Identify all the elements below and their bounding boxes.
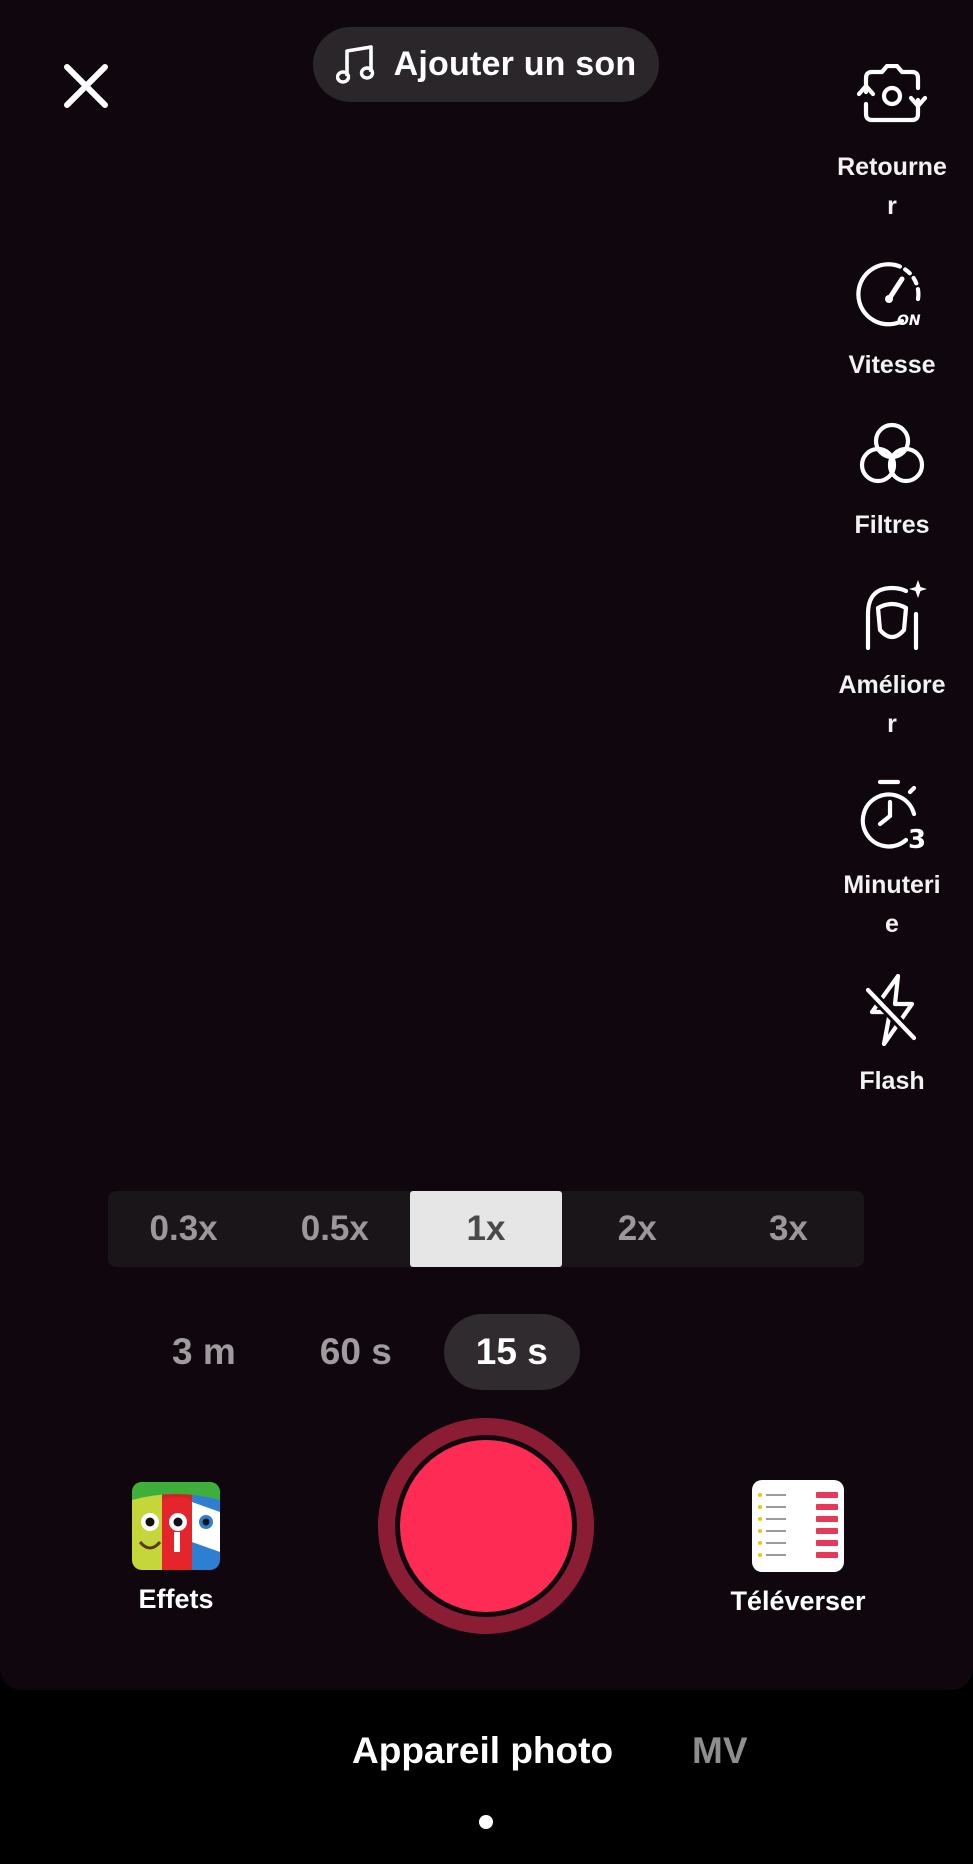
duration-option-15s[interactable]: 15 s (443, 1314, 580, 1390)
duration-selector: 3 m 60 s 15 s (140, 1314, 580, 1390)
music-note-icon (335, 44, 374, 84)
close-icon (64, 64, 108, 108)
filters-icon (859, 422, 925, 484)
enhance-icon (865, 580, 927, 650)
upload-button[interactable]: Téléverser (720, 1480, 876, 1617)
speed-label: Vitesse (848, 351, 936, 379)
add-sound-button[interactable]: Ajouter un son (313, 27, 659, 102)
flash-off-icon (863, 974, 919, 1046)
effects-face-icon (132, 1482, 220, 1570)
effects-label: Effets (138, 1584, 214, 1614)
filters-button[interactable]: Filtres (826, 414, 958, 545)
speed-option-1x[interactable]: 1x (410, 1191, 562, 1267)
upload-thumbnail (752, 1480, 844, 1572)
timer-label: Minuterie (843, 871, 941, 938)
speed-selector: 0.3x 0.5x 1x 2x 3x (108, 1191, 864, 1267)
speed-icon: ON (856, 262, 921, 329)
record-button-core (400, 1440, 572, 1612)
flip-camera-button[interactable]: Retourner (826, 56, 958, 226)
add-sound-label: Ajouter un son (393, 45, 637, 83)
tab-mv[interactable]: MV (692, 1730, 748, 1772)
timer-icon: 3 (860, 779, 926, 850)
active-mode-indicator (479, 1815, 493, 1829)
speed-button[interactable]: ON Vitesse (826, 254, 958, 385)
timer-badge: 3 (908, 825, 926, 850)
timer-button[interactable]: 3 Minuterie (826, 774, 958, 944)
record-button[interactable] (378, 1418, 594, 1634)
camera-viewport: Ajouter un son Retourner ON Vitesse Filt… (0, 0, 973, 1690)
filters-label: Filtres (854, 511, 930, 539)
upload-label: Téléverser (730, 1586, 866, 1616)
flash-button[interactable]: Flash (826, 970, 958, 1101)
enhance-label: Améliorer (838, 671, 946, 738)
close-button[interactable] (58, 58, 114, 114)
tab-camera[interactable]: Appareil photo (352, 1730, 613, 1772)
flip-camera-icon (856, 64, 928, 123)
speed-option-2x[interactable]: 2x (562, 1191, 713, 1267)
flip-camera-label: Retourner (837, 153, 947, 220)
speed-option-0-3x[interactable]: 0.3x (108, 1191, 259, 1267)
enhance-button[interactable]: Améliorer (826, 574, 958, 744)
speed-option-0-5x[interactable]: 0.5x (259, 1191, 410, 1267)
duration-option-3m[interactable]: 3 m (140, 1314, 268, 1390)
flash-label: Flash (859, 1067, 925, 1095)
effects-thumbnail (132, 1482, 220, 1570)
mode-tabs: Appareil photo MV (0, 1730, 973, 1790)
duration-option-60s[interactable]: 60 s (288, 1314, 424, 1390)
effects-button[interactable]: Effets (118, 1482, 234, 1615)
speed-on-badge: ON (897, 313, 921, 329)
speed-option-3x[interactable]: 3x (713, 1191, 864, 1267)
